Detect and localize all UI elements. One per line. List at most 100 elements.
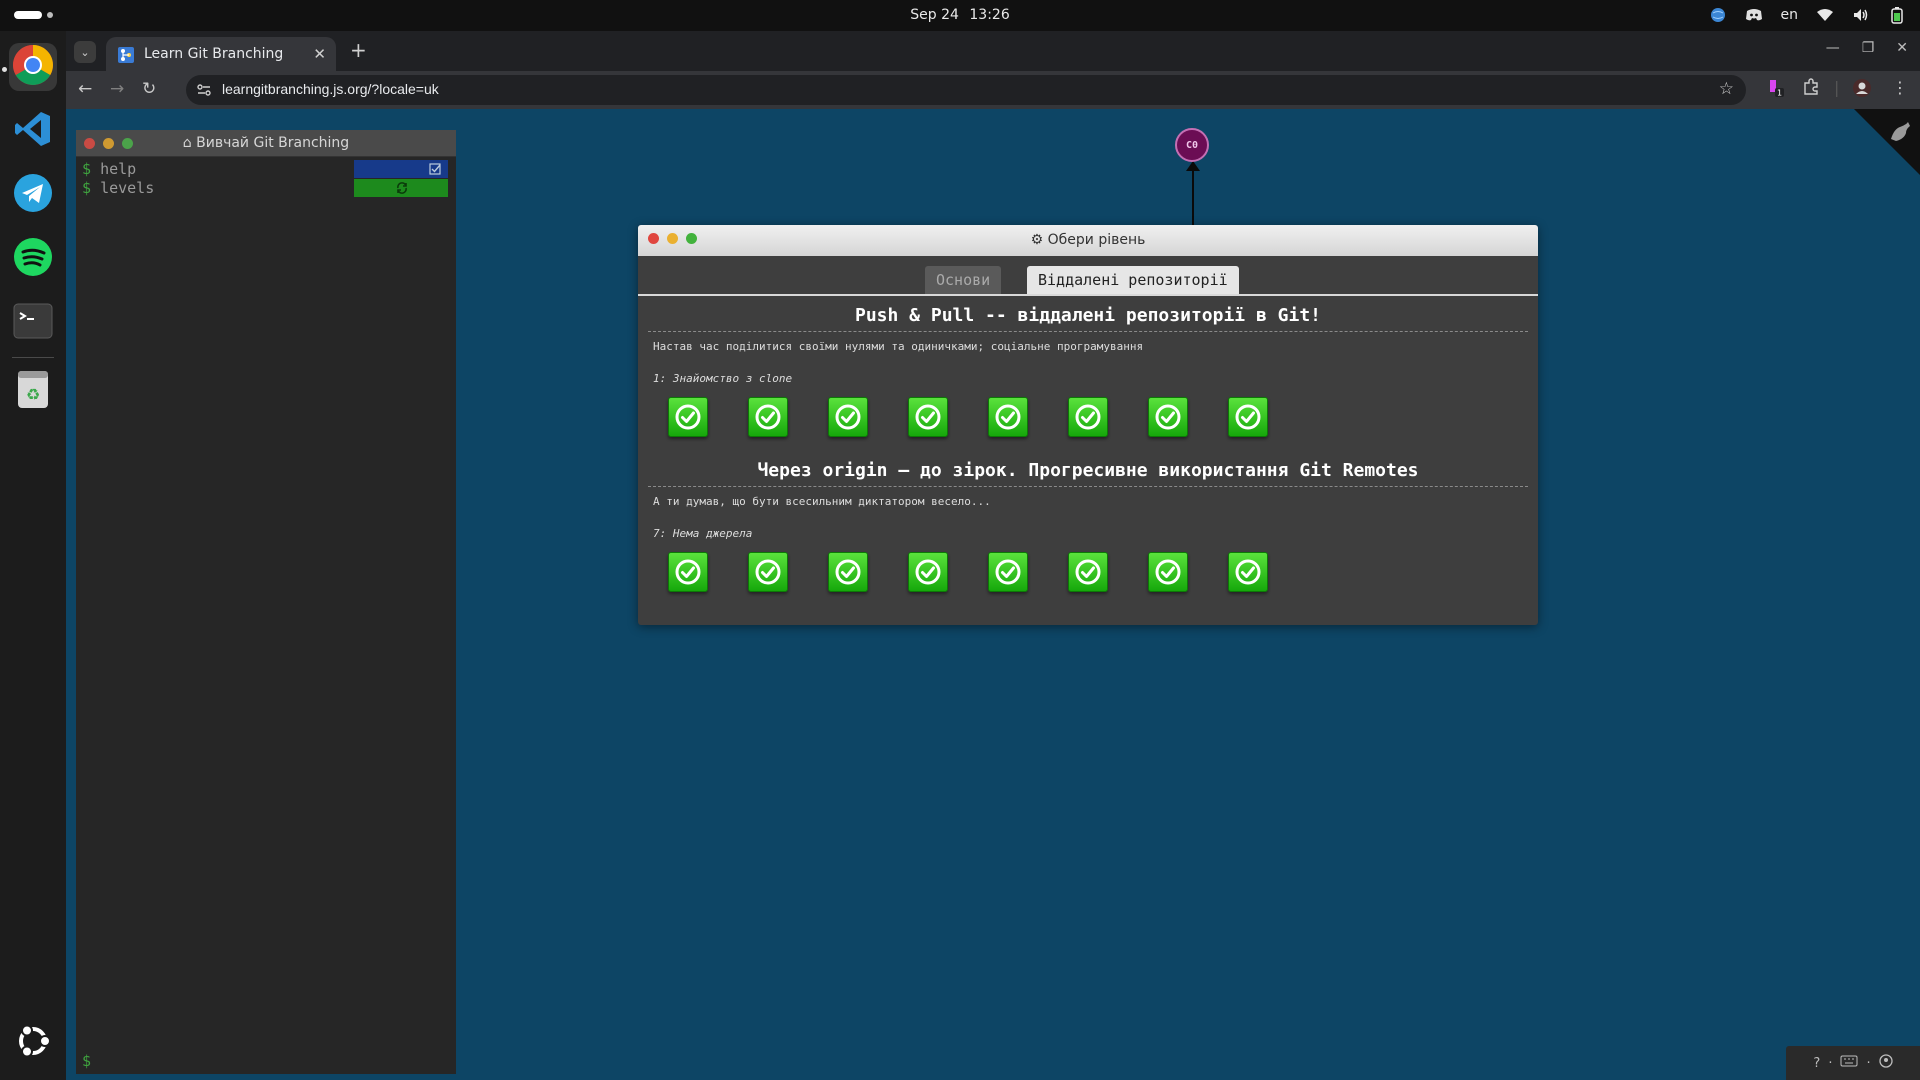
level-complete-button[interactable] (908, 397, 948, 437)
checkmark-icon (835, 559, 861, 585)
sequence-about: А ти думав, що бути всесильним диктаторо… (653, 495, 991, 508)
dock-terminal[interactable] (9, 299, 57, 347)
level-complete-button[interactable] (1228, 397, 1268, 437)
sequence-title: Push & Pull -- віддалені репозиторії в G… (855, 305, 1321, 326)
dock-chrome[interactable] (9, 43, 57, 91)
level-complete-button[interactable] (1068, 552, 1108, 592)
checkmark-icon (995, 559, 1021, 585)
octocat-icon[interactable] (1886, 119, 1912, 149)
level-select-dialog: ⚙ Обери рівень Основи Віддалені репозито… (638, 225, 1538, 625)
clock[interactable]: Sep 24 13:26 (0, 7, 1920, 23)
bookmark-star-icon[interactable]: ☆ (1719, 79, 1734, 99)
command-text: help (100, 160, 137, 178)
browser-window: ⌄ Learn Git Branching ✕ + — ❐ ✕ ← → ↻ le… (66, 31, 1920, 1080)
minimize-dot-icon[interactable] (103, 138, 114, 149)
terminal-titlebar: ⌂ Вивчай Git Branching (76, 130, 456, 157)
browser-toolbar: ← → ↻ learngitbranching.js.org/?locale=u… (66, 71, 1920, 109)
dock-trash[interactable]: ♻ (9, 367, 57, 415)
level-complete-button[interactable] (828, 397, 868, 437)
globe-tray-icon[interactable] (1709, 6, 1727, 24)
maximize-dot-icon[interactable] (686, 233, 697, 244)
level-complete-button[interactable] (668, 397, 708, 437)
dialog-title: Обери рівень (1047, 232, 1146, 248)
system-top-bar: Sep 24 13:26 en (0, 0, 1920, 31)
dialog-titlebar: ⚙ Обери рівень (638, 225, 1538, 256)
level-complete-button[interactable] (748, 397, 788, 437)
close-dot-icon[interactable] (648, 233, 659, 244)
url-text: learngitbranching.js.org/?locale=uk (222, 81, 439, 97)
level-complete-button[interactable] (988, 552, 1028, 592)
restore-icon[interactable]: ❐ (1862, 40, 1875, 56)
minimize-dot-icon[interactable] (667, 233, 678, 244)
command-input[interactable]: $ (82, 1052, 91, 1070)
divider (648, 331, 1528, 332)
ubuntu-icon (14, 1022, 52, 1064)
discord-tray-icon[interactable] (1745, 6, 1763, 24)
refresh-icon (397, 182, 407, 194)
dialog-window-controls (648, 233, 697, 244)
reload-icon[interactable]: ↻ (142, 79, 156, 99)
keyboard-icon[interactable] (1840, 1055, 1858, 1071)
terminal-title: Вивчай Git Branching (196, 135, 350, 151)
maximize-dot-icon[interactable] (122, 138, 133, 149)
checkbox-icon (429, 163, 441, 175)
commit-node[interactable]: C0 (1175, 128, 1209, 162)
extensions-puzzle-icon[interactable] (1802, 78, 1820, 100)
level-complete-button[interactable] (668, 552, 708, 592)
level-complete-button[interactable] (1068, 397, 1108, 437)
commit-edge (1192, 162, 1194, 226)
page-content: ⌂ Вивчай Git Branching $ help $ levels $… (66, 109, 1920, 1080)
new-tab-button[interactable]: + (350, 38, 367, 62)
volume-icon[interactable] (1852, 6, 1870, 24)
svg-text:♻: ♻ (26, 385, 40, 404)
command-history: $ help $ levels (82, 160, 154, 198)
tab-strip: ⌄ Learn Git Branching ✕ + — ❐ ✕ (66, 31, 1920, 71)
level-complete-button[interactable] (1148, 552, 1188, 592)
command-terminal[interactable]: ⌂ Вивчай Git Branching $ help $ levels $ (76, 130, 456, 1074)
telegram-icon (13, 173, 53, 217)
level-complete-button[interactable] (908, 552, 948, 592)
close-window-icon[interactable]: ✕ (1896, 40, 1908, 56)
checkmark-icon (1075, 559, 1101, 585)
extension-badge-icon[interactable]: 1 (1766, 78, 1786, 102)
minimize-icon[interactable]: — (1826, 40, 1840, 56)
tab-remote[interactable]: Віддалені репозиторії (1027, 266, 1239, 294)
level-complete-button[interactable] (748, 552, 788, 592)
battery-icon[interactable] (1888, 6, 1906, 24)
help-icon[interactable]: ? (1813, 1056, 1820, 1071)
help-bar: ? · · (1786, 1046, 1920, 1080)
level-complete-button[interactable] (988, 397, 1028, 437)
git-favicon-icon (118, 47, 134, 63)
address-bar[interactable]: learngitbranching.js.org/?locale=uk ☆ (186, 75, 1746, 105)
dock-vscode[interactable] (9, 107, 57, 155)
trash-icon: ♻ (15, 368, 51, 414)
dock-telegram[interactable] (9, 171, 57, 219)
forward-icon[interactable]: → (110, 79, 124, 99)
close-tab-icon[interactable]: ✕ (313, 45, 326, 63)
close-dot-icon[interactable] (84, 138, 95, 149)
level-complete-button[interactable] (828, 552, 868, 592)
tab-main[interactable]: Основи (925, 266, 1002, 294)
level-complete-button[interactable] (1228, 552, 1268, 592)
level-complete-button[interactable] (1148, 397, 1188, 437)
checkmark-icon (915, 559, 941, 585)
selected-level-name: 7: Нема джерела (653, 527, 753, 540)
back-icon[interactable]: ← (78, 79, 92, 99)
profile-avatar[interactable] (1852, 78, 1872, 102)
dock-show-apps[interactable] (9, 1019, 57, 1067)
browser-menu-icon[interactable]: ⋮ (1892, 78, 1908, 97)
sequence-tabs: Основи Віддалені репозиторії (638, 256, 1538, 296)
checkmark-icon (1155, 404, 1181, 430)
keyboard-language[interactable]: en (1781, 7, 1799, 23)
tab-search-button[interactable]: ⌄ (74, 41, 96, 63)
github-icon[interactable] (1878, 1054, 1893, 1072)
dock-spotify[interactable] (9, 235, 57, 283)
running-indicator (2, 67, 7, 72)
browser-tab[interactable]: Learn Git Branching ✕ (106, 37, 336, 71)
wifi-icon[interactable] (1816, 6, 1834, 24)
extension-badge-count: 1 (1777, 89, 1782, 98)
site-settings-icon[interactable] (196, 82, 212, 98)
selected-level-name: 1: Знайомство з clone (653, 372, 793, 385)
toolbar-divider: | (1834, 78, 1840, 97)
dock-separator (12, 357, 54, 358)
